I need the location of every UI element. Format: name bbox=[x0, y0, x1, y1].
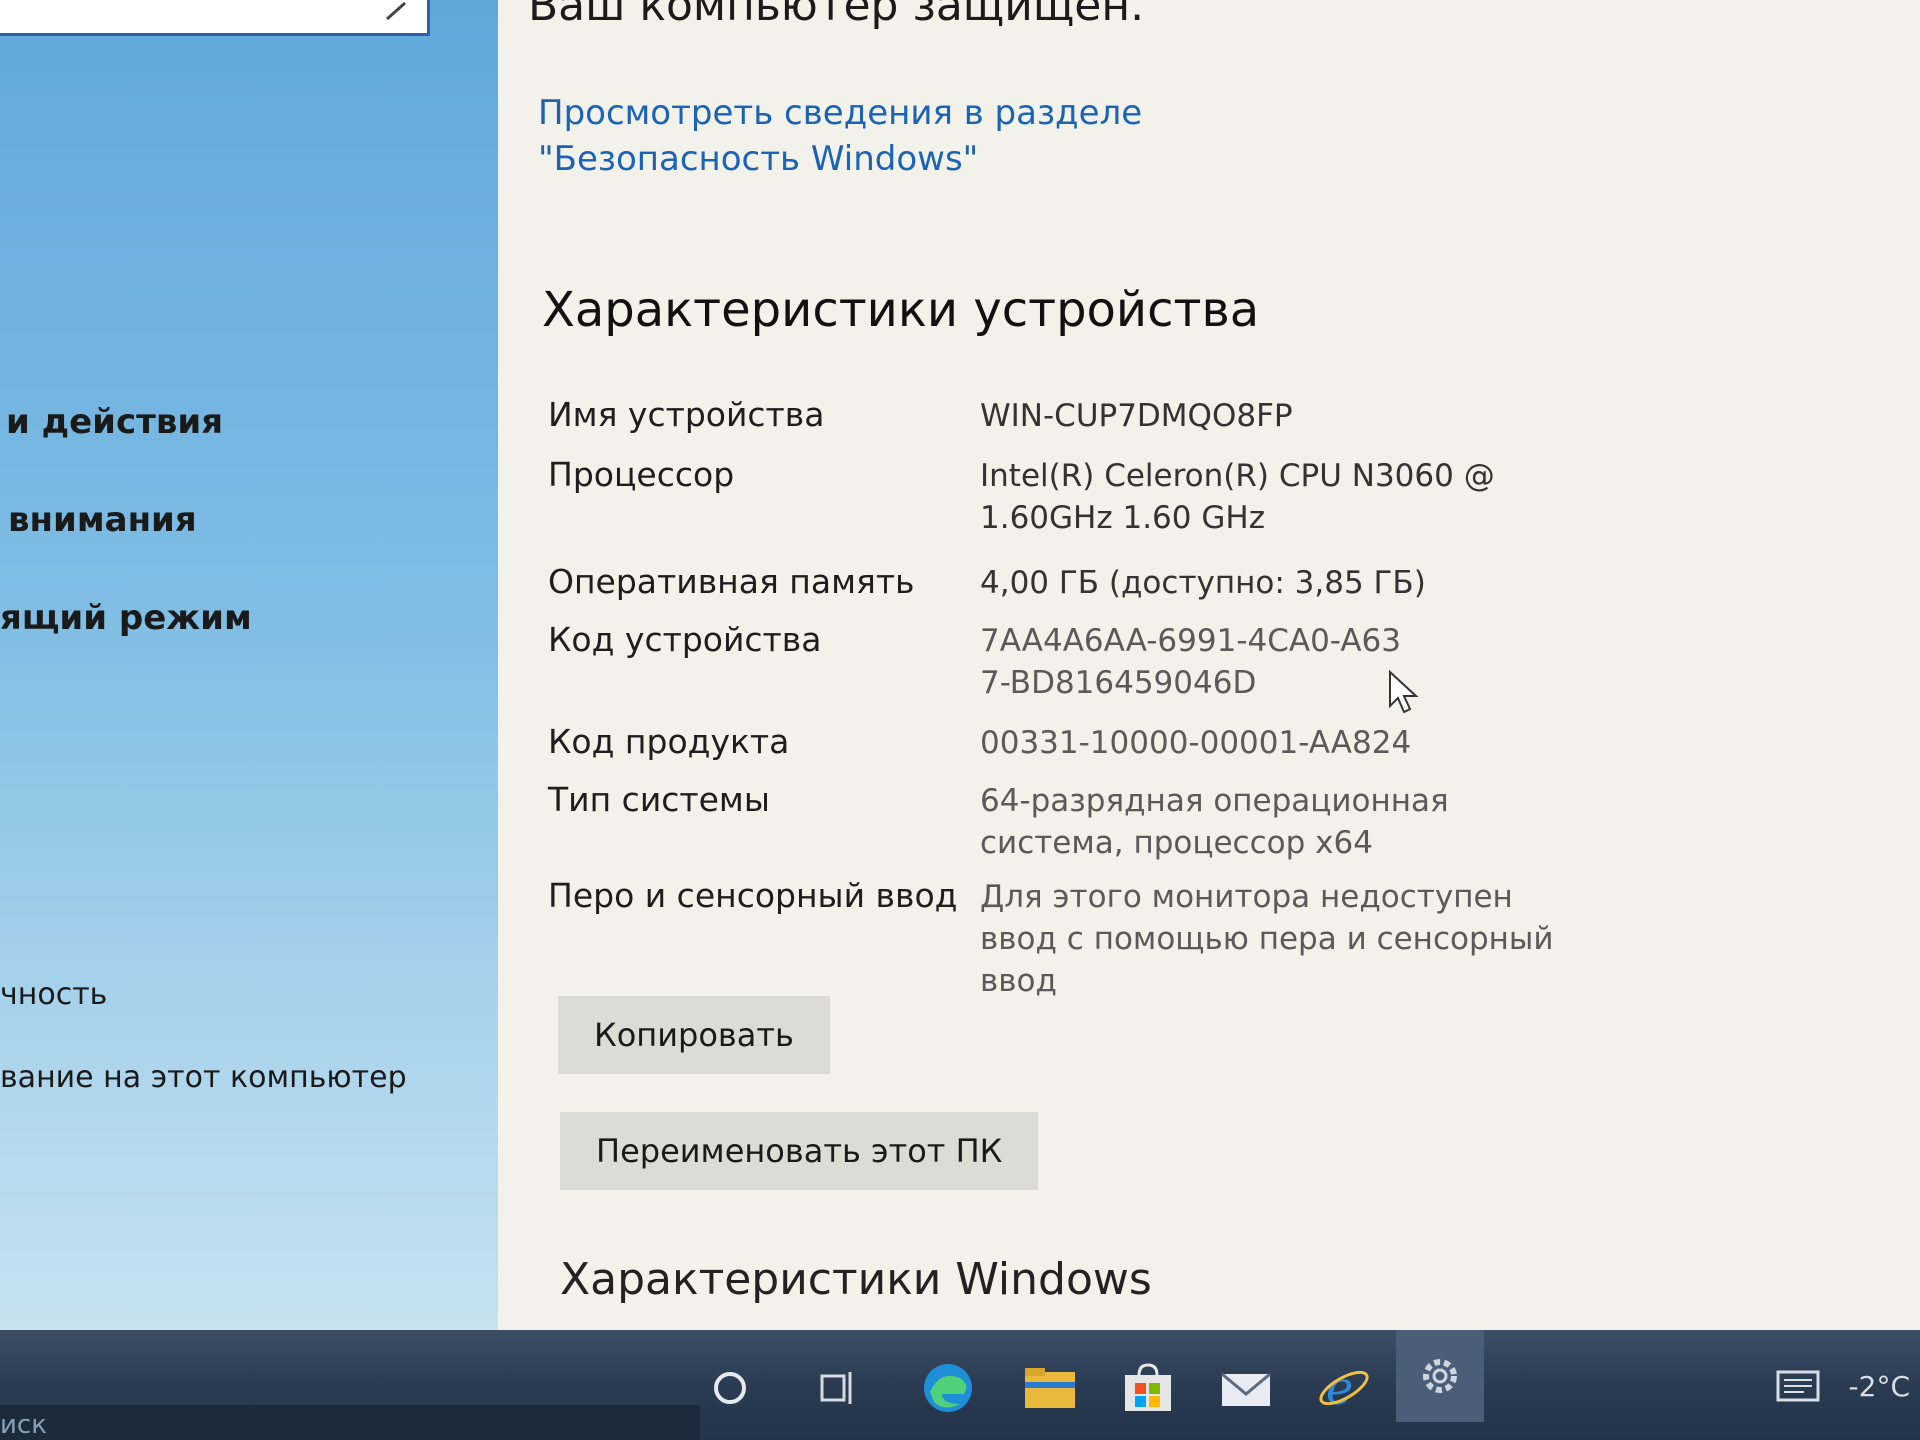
sidebar-item-projecting[interactable]: вание на этот компьютер bbox=[0, 1060, 407, 1095]
taskbar-search-label[interactable]: иск bbox=[0, 1410, 47, 1440]
windows-specs-title: Характеристики Windows bbox=[560, 1254, 1152, 1305]
spec-value: 00331-10000-00001-AA824 bbox=[980, 725, 1412, 761]
sidebar-item-notifications[interactable]: и действия bbox=[6, 402, 223, 442]
spec-value: 4,00 ГБ (доступно: 3,85 ГБ) bbox=[980, 565, 1426, 601]
spec-label: Имя устройства bbox=[548, 395, 825, 434]
spec-label: Процессор bbox=[548, 455, 735, 494]
taskbar-search-strip bbox=[0, 1405, 700, 1440]
rename-pc-button[interactable]: Переименовать этот ПК bbox=[560, 1112, 1039, 1190]
spec-label: Тип системы bbox=[548, 780, 770, 819]
copy-button[interactable]: Копировать bbox=[558, 996, 830, 1074]
device-specs-title: Характеристики устройства bbox=[542, 282, 1260, 338]
store-icon[interactable] bbox=[1118, 1358, 1178, 1418]
spec-label: Оперативная память bbox=[548, 562, 915, 601]
settings-gear-icon[interactable] bbox=[1396, 1330, 1484, 1422]
protection-status-title: Ваш компьютер защищен. bbox=[528, 0, 1145, 31]
spec-value: WIN-CUP7DMQO8FP bbox=[980, 398, 1293, 434]
search-icon bbox=[386, 1, 406, 21]
windows-security-link[interactable]: Просмотреть сведения в разделе "Безопасн… bbox=[538, 90, 1358, 182]
sidebar-item-sleep-mode[interactable]: ящий режим bbox=[0, 598, 252, 638]
cortana-circle-icon[interactable] bbox=[700, 1358, 760, 1418]
spec-value: 7AA4A6AA-6991-4CA0-A637-BD816459046D bbox=[980, 623, 1401, 701]
screen: и действия внимания ящий режим чность ва… bbox=[0, 0, 1920, 1440]
about-panel: Ваш компьютер защищен. Просмотреть сведе… bbox=[498, 0, 1920, 1360]
task-view-icon[interactable] bbox=[808, 1358, 868, 1418]
spec-value: Для этого монитора недоступен ввод с пом… bbox=[980, 879, 1554, 999]
internet-explorer-icon[interactable]: e bbox=[1314, 1358, 1374, 1418]
spec-label: Код устройства bbox=[548, 620, 822, 659]
search-box[interactable] bbox=[0, 0, 430, 36]
edge-icon[interactable] bbox=[918, 1358, 978, 1418]
svg-text:e: e bbox=[1326, 1361, 1353, 1415]
spec-label: Перо и сенсорный ввод bbox=[548, 876, 958, 915]
file-explorer-icon[interactable] bbox=[1020, 1358, 1080, 1418]
spec-value: Intel(R) Celeron(R) CPU N3060 @ 1.60GHz … bbox=[980, 458, 1495, 536]
news-weather-icon[interactable] bbox=[1776, 1370, 1820, 1402]
sidebar-item-multitasking[interactable]: чность bbox=[0, 977, 107, 1012]
mouse-cursor-icon bbox=[1389, 670, 1419, 714]
settings-sidebar: и действия внимания ящий режим чность ва… bbox=[0, 0, 498, 1360]
spec-value: 64-разрядная операционная система, проце… bbox=[980, 783, 1449, 861]
spec-label: Код продукта bbox=[548, 722, 790, 761]
sidebar-item-focus-assist[interactable]: внимания bbox=[8, 500, 197, 540]
weather-temperature[interactable]: -2°C bbox=[1849, 1370, 1910, 1403]
mail-icon[interactable] bbox=[1216, 1358, 1276, 1418]
